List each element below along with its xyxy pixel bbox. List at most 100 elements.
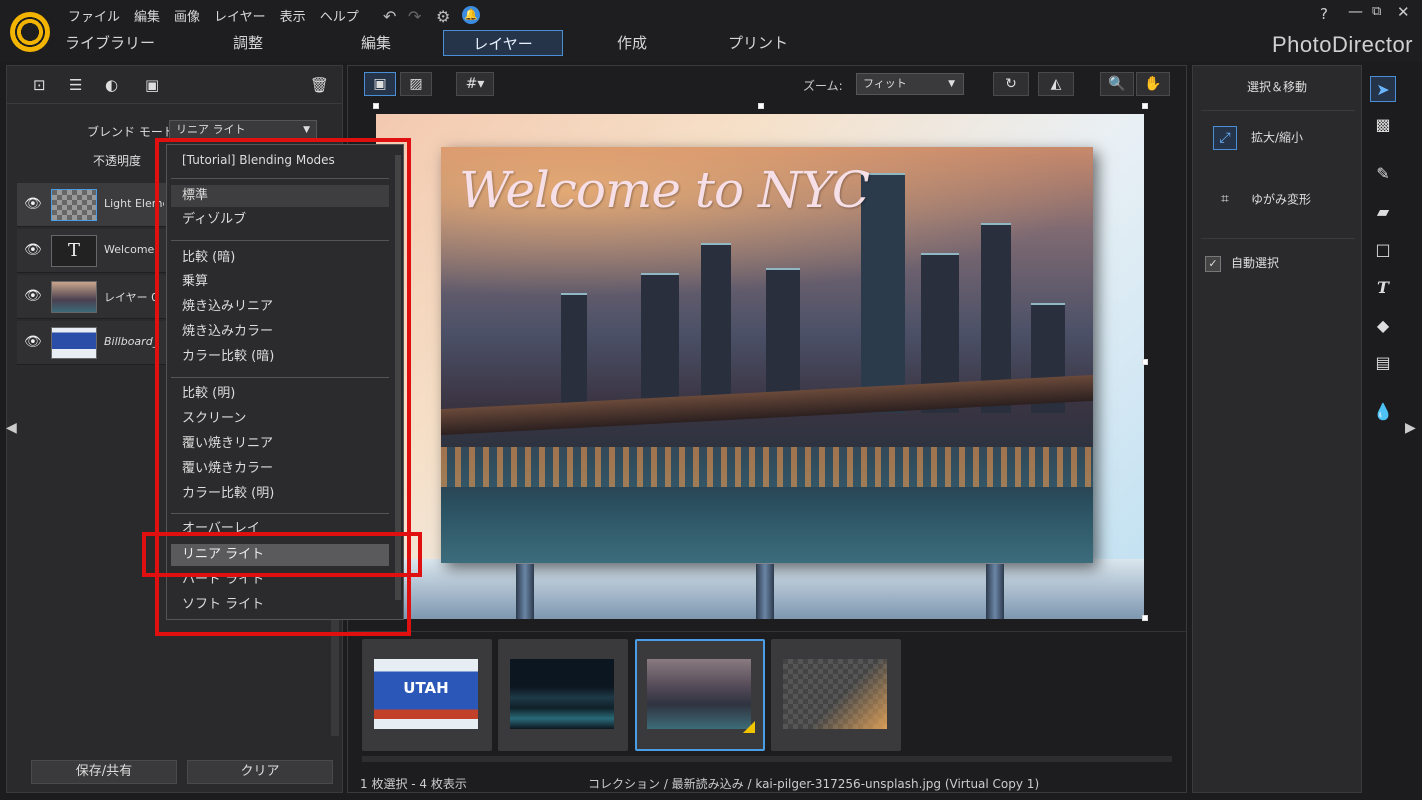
layer-thumbnail — [51, 281, 97, 313]
building — [701, 243, 731, 413]
flip-icon[interactable]: ◭ — [1038, 72, 1074, 96]
pencil-tool-icon[interactable]: ✎ — [1370, 161, 1396, 187]
trash-icon[interactable]: 🗑 — [310, 76, 329, 94]
menu-image[interactable]: 画像 — [174, 6, 200, 25]
mask-icon[interactable]: ▣ — [145, 76, 159, 94]
light-element-thumb — [783, 659, 887, 729]
menu-layer[interactable]: レイヤー — [214, 6, 266, 25]
virtual-copy-badge-icon — [743, 721, 755, 733]
auto-select-label: 自動選択 — [1231, 256, 1280, 270]
zoom-select[interactable]: フィット ▼ — [856, 73, 964, 95]
distort-icon: ⌗ — [1221, 191, 1229, 207]
menu-help[interactable]: ヘルプ — [320, 6, 359, 25]
layer-menu-icon[interactable]: ☰ — [69, 76, 82, 94]
transform-handle[interactable] — [1142, 359, 1148, 365]
brush-stamp-tool-icon[interactable]: ▩ — [1370, 112, 1396, 138]
tab-library[interactable]: ライブラリー — [50, 30, 170, 56]
divider — [1201, 110, 1355, 111]
transform-handle[interactable] — [1142, 103, 1148, 109]
clear-button[interactable]: クリア — [187, 760, 333, 784]
hand-tool-icon[interactable]: ✋ — [1136, 72, 1170, 96]
checkbox-checked-icon: ✓ — [1205, 255, 1221, 272]
restore-icon[interactable]: ⧉ — [1372, 4, 1381, 19]
select-move-tool-icon[interactable]: ➤ — [1370, 76, 1396, 102]
compare-view-button[interactable]: ▨ — [400, 72, 432, 96]
brand-name: PhotoDirector — [1272, 32, 1414, 57]
view-toolbar: ▣ ▨ #▾ ズーム: フィット ▼ ↻ ◭ 🔍 ✋ — [348, 66, 1186, 102]
menu-file[interactable]: ファイル — [68, 6, 120, 25]
layer-row[interactable]: 👁 レイヤー 0 — [17, 275, 167, 319]
blur-drop-tool-icon[interactable]: 💧 — [1370, 399, 1396, 425]
layer-row[interactable]: 👁 Light Eleme — [17, 183, 167, 227]
tab-edit[interactable]: 編集 — [316, 30, 436, 56]
film-thumbnail[interactable]: UTAH — [362, 639, 492, 751]
minimize-icon[interactable]: — — [1348, 2, 1363, 20]
tab-adjust[interactable]: 調整 — [188, 30, 308, 56]
eye-icon[interactable]: 👁 — [24, 196, 42, 212]
tab-print[interactable]: プリント — [698, 30, 818, 56]
opacity-label: 不透明度 — [93, 154, 142, 168]
film-thumbnail[interactable] — [771, 639, 901, 751]
filmstrip: UTAH — [348, 631, 1186, 756]
rotate-icon[interactable]: ↻ — [993, 72, 1029, 96]
distort-option[interactable]: ⌗ ゆがみ変形 — [1213, 188, 1311, 212]
eye-icon[interactable]: 👁 — [24, 242, 42, 258]
redo-icon[interactable]: ↷ — [408, 7, 421, 26]
filmstrip-scrollbar[interactable] — [362, 756, 1172, 762]
save-share-button[interactable]: 保存/共有 — [31, 760, 177, 784]
menu-edit[interactable]: 編集 — [134, 6, 160, 25]
tab-layers[interactable]: レイヤー — [443, 30, 563, 56]
zoom-scale-option[interactable]: ⤢ 拡大/縮小 — [1213, 126, 1303, 150]
text-layer-icon: T — [51, 235, 97, 267]
billboard-post — [756, 564, 774, 619]
chevron-down-icon: ▼ — [303, 125, 310, 135]
gradient-tool-icon[interactable]: ▤ — [1370, 350, 1396, 376]
auto-select-checkbox[interactable]: ✓ 自動選択 — [1205, 254, 1279, 272]
add-layer-icon[interactable]: ⊡ — [33, 76, 46, 94]
status-bar: 1 枚選択 - 4 枚表示 コレクション / 最新読み込み / kai-pilg… — [348, 772, 1186, 794]
menu-bar: ファイル 編集 画像 レイヤー 表示 ヘルプ — [68, 6, 359, 25]
eraser-tool-icon[interactable]: ▰ — [1370, 199, 1396, 225]
close-icon[interactable]: ✕ — [1397, 3, 1410, 21]
transform-handle[interactable] — [373, 103, 379, 109]
building — [561, 293, 587, 413]
film-thumbnail-selected[interactable] — [635, 639, 765, 751]
layer-row[interactable]: 👁 Billboard_ — [17, 321, 167, 365]
billboard-image: Welcome to NYC — [441, 147, 1093, 563]
image-canvas[interactable]: Welcome to NYC — [376, 114, 1144, 619]
single-view-button[interactable]: ▣ — [364, 72, 396, 96]
adjustment-layer-icon[interactable]: ◐ — [105, 76, 118, 94]
layer-row[interactable]: 👁 T Welcome — [17, 229, 167, 273]
annotation-box — [142, 532, 422, 577]
fill-bucket-tool-icon[interactable]: ◆ — [1370, 313, 1396, 339]
eye-icon[interactable]: 👁 — [24, 288, 42, 304]
billboard-post — [986, 564, 1004, 619]
film-thumbnail[interactable] — [498, 639, 628, 751]
building — [641, 273, 679, 413]
menu-view[interactable]: 表示 — [280, 6, 306, 25]
zoom-tool-icon[interactable]: 🔍 — [1100, 72, 1134, 96]
eye-icon[interactable]: 👁 — [24, 334, 42, 350]
layer-thumbnail — [51, 327, 97, 359]
blend-mode-select[interactable]: リニア ライト ▼ — [169, 120, 317, 140]
app-logo-icon — [10, 12, 50, 52]
collapse-left-icon[interactable]: ◀ — [6, 420, 17, 436]
help-icon[interactable]: ? — [1320, 5, 1328, 23]
rectangle-tool-icon[interactable]: □ — [1370, 237, 1396, 263]
zoom-label: ズーム: — [803, 79, 843, 93]
tab-create[interactable]: 作成 — [572, 30, 692, 56]
selection-count: 1 枚選択 - 4 枚表示 — [360, 777, 467, 791]
zoom-scale-label: 拡大/縮小 — [1251, 130, 1304, 145]
grid-icon[interactable]: #▾ — [456, 72, 494, 96]
editor-area: ▣ ▨ #▾ ズーム: フィット ▼ ↻ ◭ 🔍 ✋ Welcome to NY… — [347, 65, 1187, 793]
notification-icon[interactable]: 🔔 — [462, 6, 480, 24]
nyc-painting-thumb — [647, 659, 751, 729]
text-tool-icon[interactable]: T — [1370, 275, 1396, 301]
transform-handle[interactable] — [1142, 615, 1148, 621]
water-reflections — [441, 447, 1093, 487]
undo-icon[interactable]: ↶ — [383, 7, 396, 26]
transform-handle[interactable] — [758, 103, 764, 109]
settings-gear-icon[interactable]: ⚙ — [436, 7, 450, 26]
zoom-value: フィット — [863, 77, 907, 90]
collapse-right-icon[interactable]: ▶ — [1405, 420, 1416, 436]
